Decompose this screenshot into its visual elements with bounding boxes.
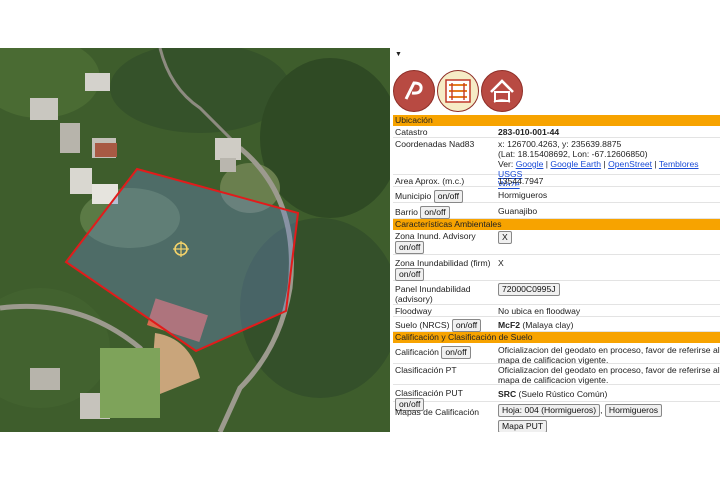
section-calificacion: Calificación y Clasificación de Suelo xyxy=(393,332,720,343)
barrio-value: Guanajibo xyxy=(498,206,538,216)
floodway-value: No ubica en floodway xyxy=(498,306,581,316)
panel-inund-button[interactable]: 72000C0995J xyxy=(498,283,560,296)
building xyxy=(60,123,80,153)
link-google[interactable]: Google xyxy=(516,159,544,169)
link-google-earth[interactable]: Google Earth xyxy=(550,159,601,169)
housing-logo-icon[interactable] xyxy=(481,70,523,112)
clasificacion-pt-label: Clasificación PT xyxy=(395,365,457,375)
row-area: Area Aprox. (m.c.) 13544.7947 xyxy=(393,175,720,187)
row-barrio: Barrio on/off Guanajibo xyxy=(393,203,720,219)
row-suelo: Suelo (NRCS) on/off McF2 (Malaya clay) xyxy=(393,317,720,332)
row-coordenadas: Coordenadas Nad83 x: 126700.4263, y: 235… xyxy=(393,138,720,189)
zona-advisory-label: Zona Inund. Advisory on/off xyxy=(395,231,476,254)
row-zona-firm: Zona Inundabilidad (firm) on/off X xyxy=(393,255,720,281)
map-imagery[interactable] xyxy=(0,48,390,432)
catastro-value: 283-010-001-44 xyxy=(498,127,560,137)
section-caracteristicas: Características Ambientales xyxy=(393,219,720,230)
section-ubicacion: Ubicación xyxy=(393,115,720,126)
clasificacion-put-value: SRC (Suelo Rústico Común) xyxy=(498,389,608,399)
coord-latlon: (Lat: 18.15408692, Lon: -67.12606850) xyxy=(498,149,648,159)
building xyxy=(30,368,60,390)
row-clasificacion-put: Clasificación PUT on/off SRC (Suelo Rúst… xyxy=(393,385,720,411)
building xyxy=(30,98,58,120)
crim-logo-icon[interactable] xyxy=(437,70,479,112)
row-zona-advisory: Zona Inund. Advisory on/off X xyxy=(393,230,720,255)
zona-firm-toggle-button[interactable]: on/off xyxy=(395,268,425,281)
mapa-put-button[interactable]: Mapa PUT xyxy=(498,420,548,432)
suelo-label: Suelo (NRCS) on/off xyxy=(395,319,493,332)
area-value: 13544.7947 xyxy=(498,176,544,186)
municipio-label: Municipio on/off xyxy=(395,190,493,203)
panel-inund-label: Panel Inundabilidad (advisory) xyxy=(395,284,471,304)
municipio-toggle-button[interactable]: on/off xyxy=(433,190,464,203)
field-grass xyxy=(100,348,160,418)
property-info-panel: ▼ Ubicación Catastro 283-010-001-44 Coor… xyxy=(391,48,720,432)
municipio-value: Hormigueros xyxy=(498,190,548,200)
barrio-label: Barrio on/off xyxy=(395,206,493,219)
mapas-separator: , xyxy=(600,405,603,415)
satellite-map[interactable] xyxy=(0,48,390,432)
suelo-toggle-button[interactable]: on/off xyxy=(451,319,482,332)
suelo-value: McF2 (Malaya clay) xyxy=(498,320,574,330)
calificacion-label: Calificación on/off xyxy=(395,346,493,359)
mapas-label: Mapas de Calificación xyxy=(395,407,480,417)
area-label: Area Aprox. (m.c.) xyxy=(395,176,465,186)
row-mapas: Mapas de Calificación Hoja: 004 (Hormigu… xyxy=(393,402,720,432)
building xyxy=(70,168,92,194)
caret-down-icon[interactable]: ▼ xyxy=(395,51,402,58)
calificacion-value: Oficializacion del geodato en proceso, f… xyxy=(498,345,720,365)
row-municipio: Municipio on/off Hormigueros xyxy=(393,187,720,203)
building xyxy=(215,138,241,160)
zona-firm-value: X xyxy=(498,258,504,268)
zona-advisory-value-button[interactable]: X xyxy=(498,231,512,244)
zona-advisory-toggle-button[interactable]: on/off xyxy=(395,241,425,254)
row-catastro: Catastro 283-010-001-44 xyxy=(393,126,720,138)
building xyxy=(95,143,117,157)
link-openstreet[interactable]: OpenStreet xyxy=(608,159,652,169)
calificacion-toggle-button[interactable]: on/off xyxy=(441,346,471,359)
geoportal-logo-icon[interactable] xyxy=(393,70,435,112)
floodway-label: Floodway xyxy=(395,306,432,316)
row-clasificacion-pt: Clasificación PT Oficializacion del geod… xyxy=(393,364,720,385)
hoja-button[interactable]: Hoja: 004 (Hormigueros) xyxy=(498,404,601,417)
building xyxy=(220,158,236,172)
ver-label: Ver: xyxy=(498,159,514,169)
barrio-toggle-button[interactable]: on/off xyxy=(420,206,450,219)
row-panel-inundabilidad: Panel Inundabilidad (advisory) 72000C099… xyxy=(393,281,720,305)
municipio-map-button[interactable]: Hormigueros xyxy=(604,404,663,417)
coord-xy: x: 126700.4263, y: 235639.8875 xyxy=(498,139,622,149)
row-floodway: Floodway No ubica en floodway xyxy=(393,305,720,317)
zona-firm-label: Zona Inundabilidad (firm) on/off xyxy=(395,258,491,281)
coordenadas-label: Coordenadas Nad83 xyxy=(395,139,475,149)
catastro-label: Catastro xyxy=(395,127,428,137)
row-calificacion: Calificación on/off Oficializacion del g… xyxy=(393,343,720,365)
clasificacion-pt-value: Oficializacion del geodato en proceso, f… xyxy=(498,365,720,385)
building xyxy=(85,73,110,91)
